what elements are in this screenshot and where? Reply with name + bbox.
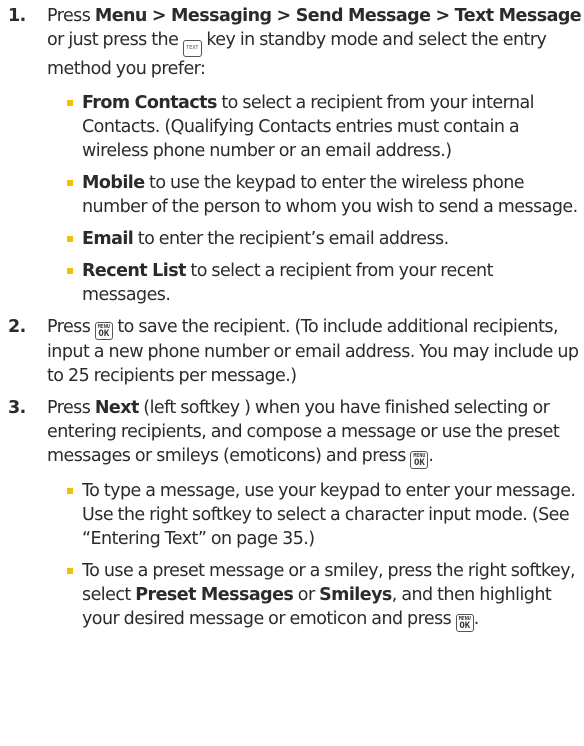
menu-path: Menu > Messaging > Send Message > Text M… <box>94 6 582 26</box>
text-key-icon: TEXT <box>182 40 202 57</box>
item-term: Smileys <box>319 585 392 605</box>
bullet-square-icon <box>67 236 73 242</box>
step-text: to save the recipient. (To include addit… <box>47 317 579 386</box>
step-text: Press <box>47 398 95 418</box>
list-item: To use a preset message or a smiley, pre… <box>47 559 584 632</box>
step-text: Press <box>47 317 95 337</box>
item-text: or <box>293 585 320 605</box>
list-item: Mobile to use the keypad to enter the wi… <box>47 171 584 219</box>
step-3: 3. Press Next (left softkey ) when you h… <box>0 396 584 632</box>
bullet-square-icon <box>67 180 73 186</box>
step-number: 2. <box>8 317 26 337</box>
step-text: Press <box>47 6 95 26</box>
item-text: . <box>473 609 480 629</box>
item-term: Recent List <box>82 261 186 281</box>
step-text: or just press the <box>47 30 183 50</box>
compose-options-list: To type a message, use your keypad to en… <box>47 479 584 632</box>
softkey-name: Next <box>94 398 140 418</box>
item-term: Email <box>82 229 134 249</box>
step-number: 1. <box>8 6 26 26</box>
menu-ok-key-icon: MENU OK <box>410 451 429 469</box>
item-text: to use the keypad to enter the wireless … <box>82 173 578 217</box>
step-number: 3. <box>8 398 26 418</box>
key-bottom-label: OK <box>413 458 425 468</box>
bullet-square-icon <box>67 100 73 106</box>
list-item: Recent List to select a recipient from y… <box>47 259 584 307</box>
item-text: To type a message, use your keypad to en… <box>82 481 576 549</box>
text-key-label: TEXT <box>186 45 199 51</box>
list-item: To type a message, use your keypad to en… <box>47 479 584 551</box>
item-term: Mobile <box>82 173 145 193</box>
bullet-square-icon <box>67 488 73 494</box>
bullet-square-icon <box>67 268 73 274</box>
list-item: Email to enter the recipient’s email add… <box>47 227 584 251</box>
item-term: From Contacts <box>82 93 217 113</box>
step-text: . <box>428 446 434 466</box>
item-text: to enter the recipient’s email address. <box>133 229 449 249</box>
menu-ok-key-icon: MENU OK <box>94 322 113 340</box>
list-item: From Contacts to select a recipient from… <box>47 91 584 163</box>
bullet-square-icon <box>67 568 73 574</box>
instructions-page: 1. Press Menu > Messaging > Send Message… <box>0 0 584 746</box>
key-bottom-label: OK <box>459 621 471 631</box>
menu-ok-key-icon: MENU OK <box>455 614 474 632</box>
step-2: 2. Press MENU OK to save the recipient. (… <box>0 315 584 388</box>
entry-method-list: From Contacts to select a recipient from… <box>47 91 584 307</box>
item-term: Preset Messages <box>135 585 294 605</box>
step-1: 1. Press Menu > Messaging > Send Message… <box>0 4 584 307</box>
key-bottom-label: OK <box>98 329 110 339</box>
